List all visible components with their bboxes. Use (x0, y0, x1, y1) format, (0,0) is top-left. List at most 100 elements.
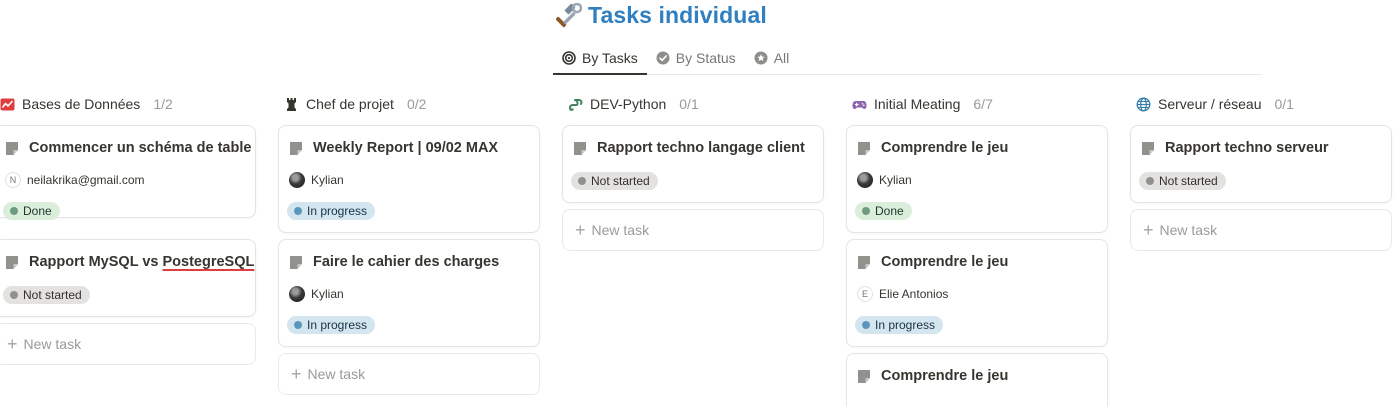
card-assignee: E Elie Antonios (857, 286, 948, 302)
board-column-bases-de-donnees: Bases de Données 1/2 Commencer un schéma… (0, 86, 256, 365)
column-header[interactable]: Chef de projet 0/2 (278, 86, 540, 122)
status-dot (1146, 177, 1154, 185)
column-name: Initial Meating (874, 96, 961, 112)
python-icon (568, 98, 583, 111)
new-task-button[interactable]: + New task (1130, 209, 1392, 251)
status-dot (294, 207, 302, 215)
page-title-text: Tasks individual (588, 2, 767, 28)
status-label: Not started (591, 174, 650, 188)
column-count: 0/2 (406, 96, 427, 112)
column-name: Chef de projet (306, 96, 394, 112)
kanban-board: Bases de Données 1/2 Commencer un schéma… (0, 86, 1396, 406)
tab-label: By Status (675, 50, 736, 66)
column-count: 1/2 (153, 96, 173, 112)
column-count: 6/7 (973, 96, 993, 112)
card-title: Faire le cahier des charges (289, 254, 499, 270)
new-task-button[interactable]: + New task (278, 353, 540, 395)
column-header[interactable]: Bases de Données 1/2 (0, 86, 256, 122)
column-header[interactable]: Serveur / réseau 0/1 (1130, 86, 1392, 122)
status-badge: Done (3, 202, 60, 220)
task-card[interactable]: Comprendre le jeu E Elie Antonios In pro… (846, 239, 1108, 347)
column-count: 0/1 (1274, 96, 1294, 112)
page-title[interactable]: Tasks individual (556, 2, 767, 29)
task-card[interactable]: Comprendre le jeu (846, 353, 1108, 406)
document-icon (290, 141, 302, 155)
card-title-text: Rapport MySQL vs PostegreSQL (29, 254, 254, 270)
avatar (857, 172, 873, 188)
status-badge: In progress (855, 316, 944, 334)
card-title: Comprendre le jeu (857, 254, 1008, 270)
column-header[interactable]: DEV-Python 0/1 (562, 86, 824, 122)
task-card[interactable]: Rapport MySQL vs PostegreSQL Not started (0, 239, 256, 317)
assignee-name: Kylian (879, 173, 912, 187)
status-label: In progress (875, 318, 936, 332)
game-controller-icon (852, 100, 867, 109)
assignee-name: Elie Antonios (879, 287, 949, 301)
assignee-name: Kylian (311, 287, 344, 301)
avatar (289, 172, 305, 188)
task-card[interactable]: Rapport techno langage client Not starte… (562, 125, 824, 203)
card-assignee: Kylian (289, 286, 344, 302)
check-circle-icon (656, 51, 670, 65)
card-title-text: Comprendre le jeu (881, 254, 1009, 270)
card-assignee: N neilakrika@gmail.com (5, 172, 145, 188)
status-badge: In progress (287, 202, 376, 220)
globe-icon (1136, 97, 1151, 111)
assignee-name: Kylian (311, 173, 344, 187)
status-label: In progress (307, 318, 368, 332)
new-task-button[interactable]: + New task (0, 323, 256, 365)
status-dot (578, 177, 586, 185)
plus-icon: + (291, 364, 302, 384)
status-badge: Not started (571, 172, 658, 190)
spellcheck-word: PostegreSQL (162, 254, 255, 270)
new-task-label: New task (591, 222, 650, 238)
new-task-button[interactable]: + New task (562, 209, 824, 251)
card-title-prefix: Rapport MySQL vs (29, 254, 163, 270)
card-title-text: Comprendre le jeu (881, 140, 1009, 156)
column-header[interactable]: Initial Meating 6/7 (846, 86, 1108, 122)
view-tabs: By Tasks By Status All (553, 42, 1262, 75)
task-card[interactable]: Comprendre le jeu Kylian Done (846, 125, 1108, 233)
status-dot (294, 321, 302, 329)
tab-label: All (773, 50, 790, 66)
avatar: N (5, 172, 21, 188)
assignee-name: neilakrika@gmail.com (27, 173, 145, 187)
card-title-text: Comprendre le jeu (881, 368, 1009, 384)
status-dot (10, 291, 18, 299)
chess-rook-icon (287, 97, 296, 111)
status-dot (862, 207, 870, 215)
status-badge: Not started (1139, 172, 1226, 190)
column-name: Bases de Données (22, 96, 141, 112)
star-circle-icon (754, 51, 768, 65)
status-dot (10, 207, 18, 215)
status-badge: In progress (287, 316, 376, 334)
status-label: Done (875, 204, 904, 218)
card-assignee: Kylian (857, 172, 912, 188)
card-title: Comprendre le jeu (857, 140, 1008, 156)
document-icon (6, 141, 18, 155)
card-title: Weekly Report | 09/02 MAX (289, 140, 498, 156)
task-card[interactable]: Rapport techno serveur Not started (1130, 125, 1392, 203)
status-dot (862, 321, 870, 329)
status-badge: Done (855, 202, 912, 220)
document-icon (858, 255, 870, 269)
column-count: 0/1 (679, 96, 699, 112)
card-assignee: Kylian (289, 172, 344, 188)
card-title: Rapport techno langage client (573, 140, 805, 156)
card-title: Commencer un schéma de table (5, 140, 251, 156)
plus-icon: + (575, 220, 586, 240)
tab-by-status[interactable]: By Status (647, 42, 745, 74)
task-card[interactable]: Commencer un schéma de table N neilakrik… (0, 125, 256, 220)
tab-by-tasks[interactable]: By Tasks (553, 42, 647, 75)
avatar: E (857, 286, 873, 302)
board-column-dev-python: DEV-Python 0/1 Rapport techno langage cl… (562, 86, 824, 251)
task-card[interactable]: Faire le cahier des charges Kylian In pr… (278, 239, 540, 347)
status-label: Done (23, 204, 52, 218)
new-task-label: New task (307, 366, 366, 382)
plus-icon: + (7, 334, 18, 354)
board-column-chef-de-projet: Chef de projet 0/2 Weekly Report | 09/02… (278, 86, 540, 395)
chart-icon (0, 98, 15, 110)
task-card[interactable]: Weekly Report | 09/02 MAX Kylian In prog… (278, 125, 540, 233)
tab-all[interactable]: All (745, 42, 799, 74)
card-title-text: Commencer un schéma de table (29, 140, 252, 156)
